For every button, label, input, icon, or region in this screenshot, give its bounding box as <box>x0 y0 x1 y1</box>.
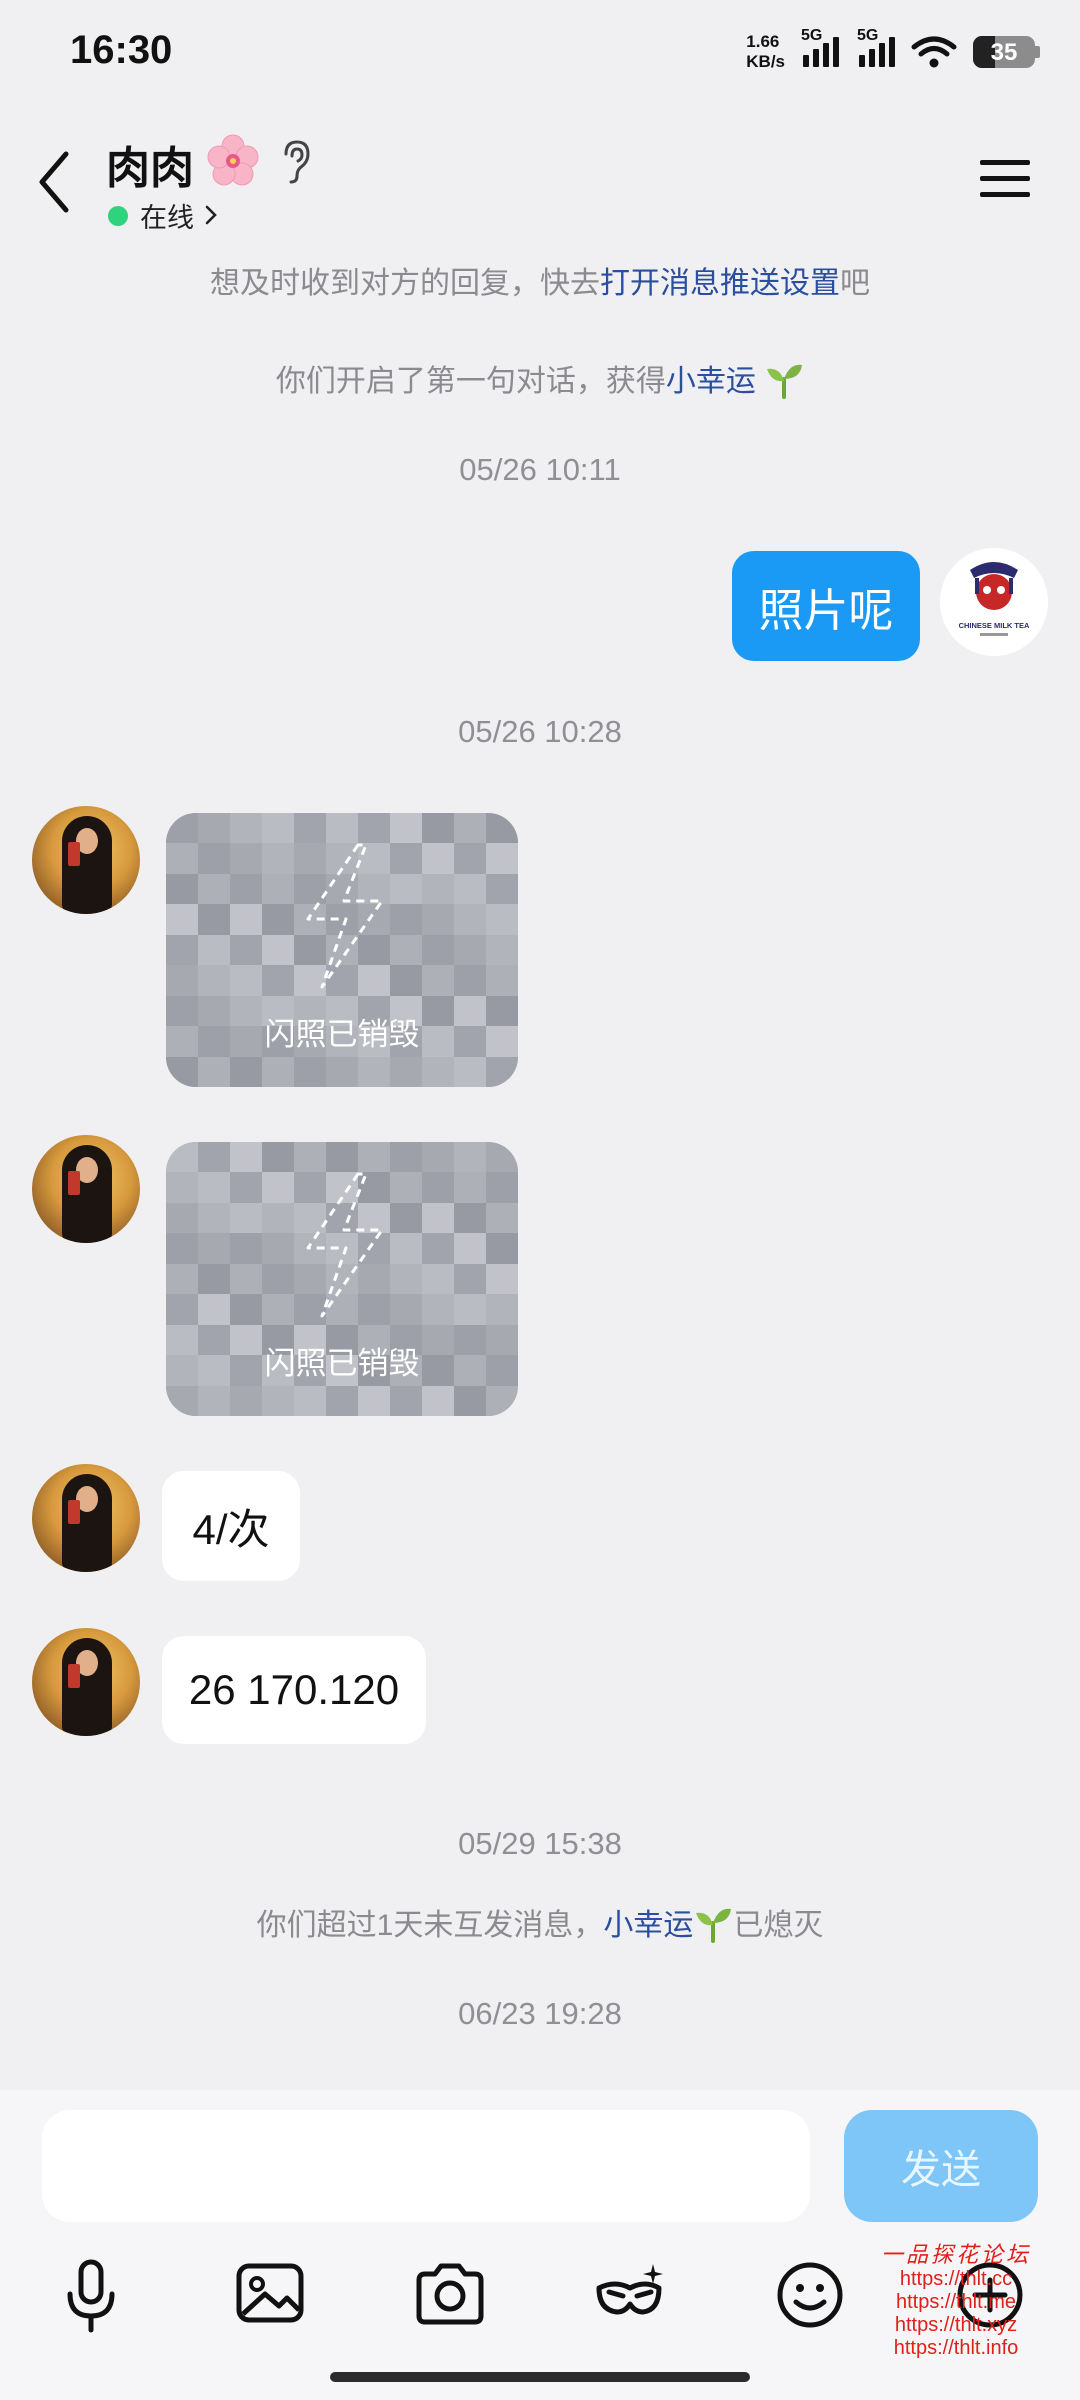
lightning-bolt-icon <box>306 843 384 989</box>
self-avatar[interactable]: CHINESE MILK TEA <box>940 548 1048 656</box>
watermark-title: 一品探花论坛 <box>880 2243 1031 2268</box>
status-indicators: 1.66 KB/s 5G 5G 35 <box>746 27 1040 76</box>
lucky-expired-notice: 你们超过1天未互发消息，小幸运 已熄灭 <box>0 1900 1080 1944</box>
chat-header: 肉肉 在线 <box>0 120 1080 240</box>
ear-icon[interactable] <box>278 138 314 186</box>
lucky-link[interactable]: 小幸运 <box>666 365 756 398</box>
flash-photo-destroyed[interactable]: 闪照已销毁 <box>166 1142 518 1416</box>
emoji-icon[interactable] <box>765 2250 855 2340</box>
lightning-bolt-icon <box>306 1172 384 1318</box>
network-speed-unit: KB/s <box>746 52 785 71</box>
milk-tea-logo-icon: CHINESE MILK TEA <box>940 548 1048 656</box>
home-indicator[interactable] <box>330 2372 750 2382</box>
watermark-url: https://thlt.info <box>893 2337 1019 2359</box>
send-button[interactable]: 发送 <box>844 2110 1038 2222</box>
menu-icon[interactable] <box>978 154 1032 202</box>
incoming-message-bubble[interactable]: 26 170.120 <box>162 1636 426 1744</box>
lucky-link[interactable]: 小幸运 <box>603 1909 693 1942</box>
self-avatar-text: CHINESE MILK TEA <box>959 621 1030 630</box>
expired-notice-suffix: 已熄灭 <box>733 1909 824 1942</box>
status-time: 16:30 <box>70 28 173 72</box>
battery-icon: 35 <box>973 36 1040 68</box>
camera-icon[interactable] <box>405 2250 495 2340</box>
timestamp: 05/29 15:38 <box>458 1826 622 1861</box>
incoming-message-bubble[interactable]: 4/次 <box>162 1471 300 1581</box>
flash-photo-label: 闪照已销毁 <box>264 1017 420 1052</box>
watermark-url: https://thlt.xyz <box>894 2314 1018 2336</box>
expired-notice-prefix: 你们超过1天未互发消息， <box>256 1909 604 1942</box>
push-settings-link[interactable]: 打开消息推送设置 <box>600 267 840 300</box>
network-speed-value: 1.66 <box>746 32 780 51</box>
push-notice-prefix: 想及时收到对方的回复，快去 <box>210 267 600 300</box>
timestamp: 06/23 19:28 <box>458 1996 622 2031</box>
contact-avatar[interactable] <box>32 806 140 914</box>
watermark: 一品探花论坛 https://thlt.cc https://thlt.me h… <box>856 2244 1056 2360</box>
network-speed: 1.66 KB/s <box>746 32 785 72</box>
wifi-icon <box>911 36 957 68</box>
sprout-icon <box>767 364 803 399</box>
signal-1-label: 5G <box>801 27 823 44</box>
online-status-dot <box>108 206 128 226</box>
mask-icon[interactable] <box>585 2250 675 2340</box>
cellular-signal-2-icon: 5G <box>857 27 895 67</box>
first-chat-notice: 你们开启了第一句对话，获得小幸运 <box>0 356 1080 400</box>
chevron-right-icon[interactable] <box>202 202 220 228</box>
flash-photo-label: 闪照已销毁 <box>264 1346 420 1381</box>
watermark-url: https://thlt.me <box>895 2291 1017 2313</box>
microphone-icon[interactable] <box>46 2250 136 2340</box>
push-settings-notice: 想及时收到对方的回复，快去打开消息推送设置吧 <box>0 258 1080 302</box>
watermark-url: https://thlt.cc <box>899 2268 1013 2290</box>
presence-status[interactable]: 在线 <box>140 196 194 235</box>
push-notice-suffix: 吧 <box>840 267 870 300</box>
contact-avatar[interactable] <box>32 1135 140 1243</box>
signal-2-label: 5G <box>857 27 879 44</box>
contact-avatar[interactable] <box>32 1628 140 1736</box>
outgoing-message-bubble[interactable]: 照片呢 <box>732 551 920 661</box>
message-input[interactable] <box>42 2110 810 2222</box>
flash-photo-destroyed[interactable]: 闪照已销毁 <box>166 813 518 1087</box>
cellular-signal-1-icon: 5G <box>801 27 839 67</box>
status-bar: 16:30 1.66 KB/s 5G 5G 35 <box>0 0 1080 100</box>
battery-level: 35 <box>990 39 1018 66</box>
first-chat-prefix: 你们开启了第一句对话，获得 <box>275 365 666 398</box>
image-icon[interactable] <box>225 2250 315 2340</box>
contact-name[interactable]: 肉肉 <box>106 132 194 196</box>
timestamp: 05/26 10:11 <box>459 452 621 487</box>
sprout-icon <box>696 1908 732 1943</box>
timestamp: 05/26 10:28 <box>458 714 622 749</box>
cherry-blossom-icon <box>207 134 259 186</box>
back-arrow-icon[interactable] <box>30 142 90 222</box>
contact-avatar[interactable] <box>32 1464 140 1572</box>
